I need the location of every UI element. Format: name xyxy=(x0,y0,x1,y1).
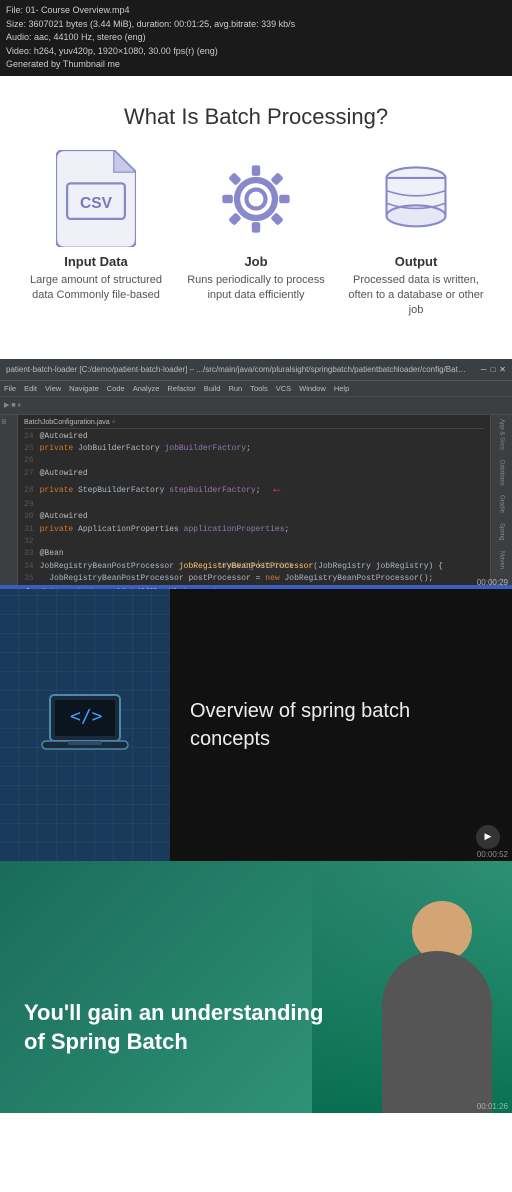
database-icon xyxy=(376,159,456,239)
ide-menu-bar: File Edit View Navigate Code Analyze Ref… xyxy=(0,381,512,397)
ide-toolbar: ▶ ■ ⏸ xyxy=(0,397,512,415)
ide-editor[interactable]: BatchJobConfiguration.java × 24@Autowire… xyxy=(18,415,490,585)
laptop-icon: </> xyxy=(40,690,130,760)
code-line-28: 28private StepBuilderFactory stepBuilder… xyxy=(24,480,484,499)
code-line-34: 34JobRegistryBeanPostProcessor jobRegist… xyxy=(24,561,484,573)
gear-icon-box xyxy=(216,154,296,244)
menu-view[interactable]: View xyxy=(45,384,61,393)
code-line-24: 24@Autowired xyxy=(24,431,484,443)
menu-run[interactable]: Run xyxy=(228,384,242,393)
ide-title-text: patient-batch-loader [C:/demo/patient-ba… xyxy=(6,365,466,374)
metadata-line1: File: 01- Course Overview.mp4 xyxy=(6,4,506,18)
play-button[interactable]: ▶ xyxy=(476,825,500,849)
gear-icon xyxy=(216,159,296,239)
ide-timestamp: 00:00:29 xyxy=(477,578,508,587)
ide-maximize-btn[interactable]: □ xyxy=(490,365,495,374)
menu-navigate[interactable]: Navigate xyxy=(69,384,99,393)
job-desc: Runs periodically to process input data … xyxy=(186,273,326,304)
sidebar-app: App & Svcs xyxy=(499,419,505,450)
overview-left-panel: </> xyxy=(0,589,170,861)
database-icon-box xyxy=(376,154,456,244)
understanding-text-block: You'll gain an understanding of Spring B… xyxy=(24,999,323,1056)
overview-section: </> Overview of spring batch concepts ▶ … xyxy=(0,589,512,861)
understanding-section: You'll gain an understanding of Spring B… xyxy=(0,861,512,1113)
ide-left-sidebar: ⊞ xyxy=(0,415,18,585)
output-item: Output Processed data is written, often … xyxy=(346,154,486,319)
input-title: Input Data xyxy=(64,254,128,269)
ide-section: patient-batch-loader [C:/demo/patient-ba… xyxy=(0,359,512,589)
sidebar-gradle: Gradle xyxy=(499,495,505,513)
metadata-line2: Size: 3607021 bytes (3.44 MiB), duration… xyxy=(6,18,506,32)
ide-right-sidebar: App & Svcs Database Gradle Spring Maven xyxy=(490,415,512,585)
understanding-line2: of Spring Batch xyxy=(24,1028,323,1057)
code-line-35: 35 JobRegistryBeanPostProcessor postProc… xyxy=(24,573,484,585)
batch-icons-container: CSV Input Data Large amount of structure… xyxy=(20,154,492,319)
svg-text:</>: </> xyxy=(70,706,103,727)
sidebar-maven: Maven xyxy=(499,551,505,569)
metadata-line4: Video: h264, yuv420p, 1920×1080, 30.00 f… xyxy=(6,45,506,59)
csv-icon: CSV xyxy=(56,150,136,248)
ide-titlebar: patient-batch-loader [C:/demo/patient-ba… xyxy=(0,359,512,381)
code-line-30: 30@Autowired xyxy=(24,511,484,523)
understanding-line1: You'll gain an understanding xyxy=(24,999,323,1028)
menu-help[interactable]: Help xyxy=(334,384,349,393)
code-line-27: 27@Autowired xyxy=(24,468,484,480)
person-silhouette xyxy=(312,861,512,1113)
menu-analyze[interactable]: Analyze xyxy=(133,384,160,393)
person-body xyxy=(382,951,492,1113)
ide-close-btn[interactable]: ✕ xyxy=(499,365,506,374)
input-data-item: CSV Input Data Large amount of structure… xyxy=(26,154,166,319)
ide-minimize-btn[interactable]: ─ xyxy=(481,365,487,374)
menu-build[interactable]: Build xyxy=(204,384,221,393)
csv-icon-box: CSV xyxy=(56,154,136,244)
output-title: Output xyxy=(395,254,438,269)
sidebar-db: Database xyxy=(499,460,505,486)
menu-vcs[interactable]: VCS xyxy=(276,384,291,393)
job-title: Job xyxy=(244,254,267,269)
output-desc: Processed data is written, often to a da… xyxy=(346,273,486,319)
code-line-32: 32 xyxy=(24,536,484,548)
code-line-33: 33@Bean xyxy=(24,548,484,560)
overview-timestamp: 00:00:52 xyxy=(477,850,508,859)
code-line-26: 26 xyxy=(24,455,484,467)
menu-refactor[interactable]: Refactor xyxy=(167,384,195,393)
menu-edit[interactable]: Edit xyxy=(24,384,37,393)
understanding-timestamp: 00:01:26 xyxy=(477,1102,508,1111)
overview-right-panel: Overview of spring batch concepts xyxy=(170,589,512,861)
input-desc: Large amount of structured data Commonly… xyxy=(26,273,166,304)
code-line-29: 29 xyxy=(24,499,484,511)
code-line-25: 25private JobBuilderFactory jobBuilderFa… xyxy=(24,443,484,455)
job-item: Job Runs periodically to process input d… xyxy=(186,154,326,319)
sidebar-spring: Spring xyxy=(499,523,505,540)
svg-text:CSV: CSV xyxy=(80,194,113,211)
batch-title: What Is Batch Processing? xyxy=(20,104,492,130)
menu-tools[interactable]: Tools xyxy=(250,384,268,393)
metadata-line3: Audio: aac, 44100 Hz, stereo (eng) xyxy=(6,31,506,45)
menu-window[interactable]: Window xyxy=(299,384,326,393)
menu-code[interactable]: Code xyxy=(107,384,125,393)
menu-file[interactable]: File xyxy=(4,384,16,393)
overview-text: Overview of spring batch concepts xyxy=(190,697,492,753)
ide-body: ⊞ BatchJobConfiguration.java × 24@Autowi… xyxy=(0,415,512,585)
metadata-bar: File: 01- Course Overview.mp4 Size: 3607… xyxy=(0,0,512,76)
code-line-31: 31private ApplicationProperties applicat… xyxy=(24,524,484,536)
metadata-line5: Generated by Thumbnail me xyxy=(6,58,506,72)
batch-processing-section: What Is Batch Processing? CSV Input Data… xyxy=(0,76,512,359)
